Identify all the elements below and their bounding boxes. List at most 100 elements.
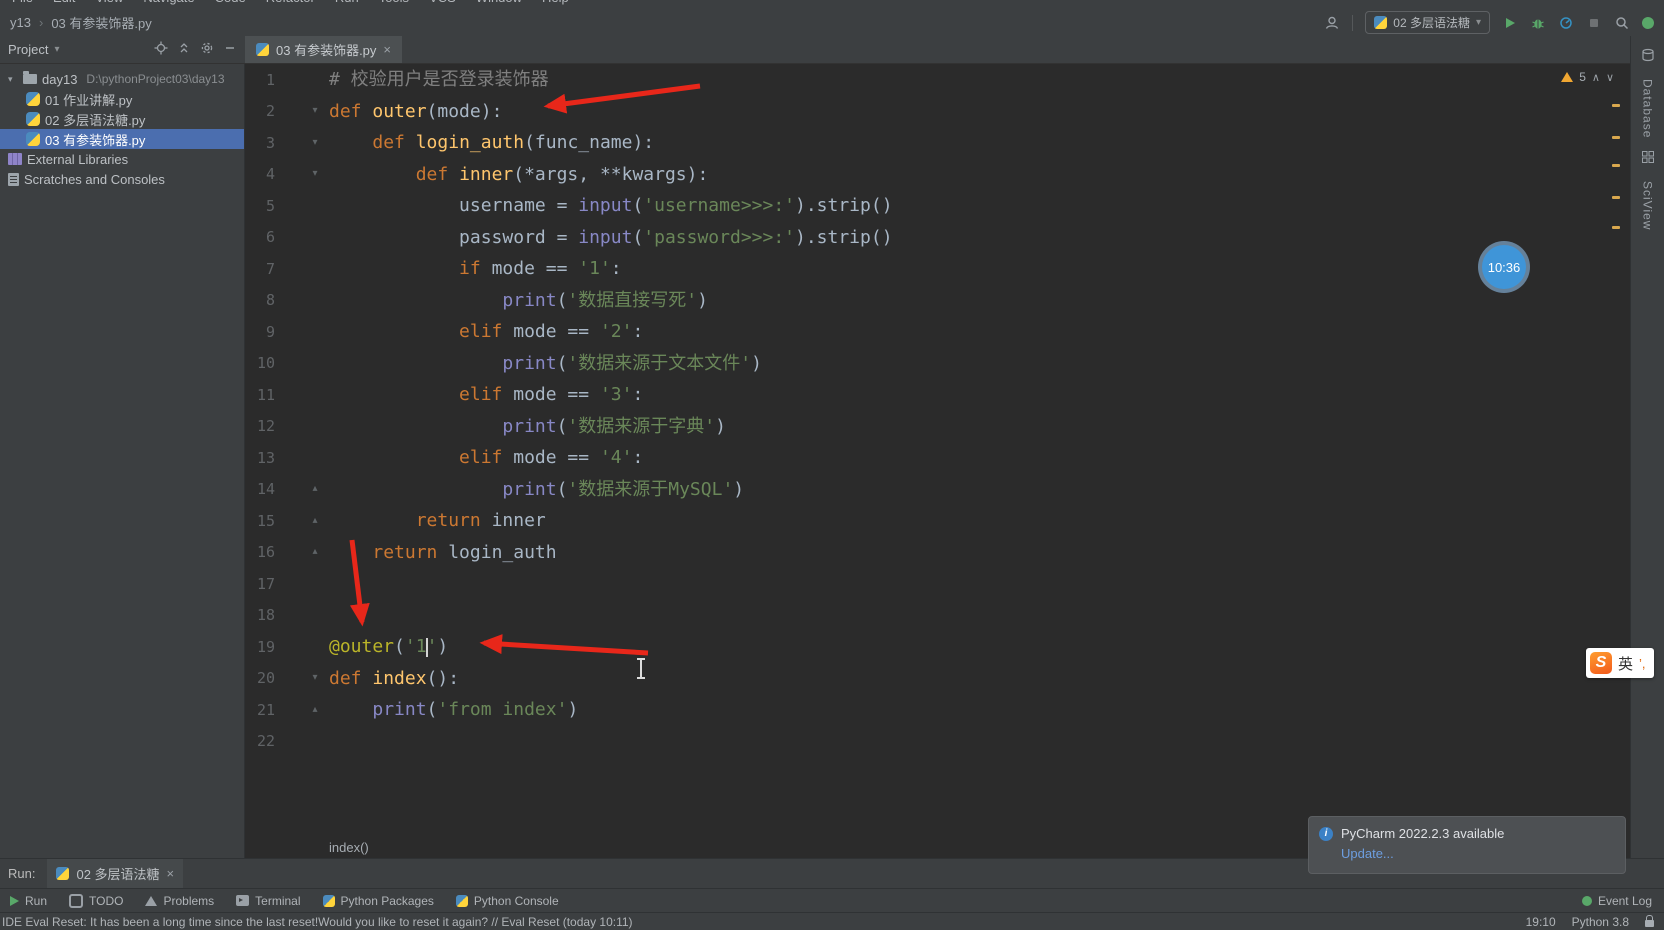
- code-line-12[interactable]: print('数据来源于字典'): [329, 411, 893, 443]
- collapse-all-icon[interactable]: [177, 41, 191, 58]
- fold-end-icon[interactable]: ▴: [307, 515, 323, 526]
- code-line-20[interactable]: def index():: [329, 663, 893, 695]
- tree-item[interactable]: External Libraries: [0, 149, 244, 169]
- fold-open-icon[interactable]: ▾: [307, 673, 323, 683]
- warning-stripe-mark[interactable]: [1612, 196, 1620, 199]
- code-line-7[interactable]: if mode == '1':: [329, 253, 893, 285]
- debug-bug-icon[interactable]: [1530, 15, 1546, 31]
- code-line-3[interactable]: def login_auth(func_name):: [329, 127, 893, 159]
- menu-run[interactable]: Run: [335, 0, 359, 5]
- code-line-18[interactable]: [329, 600, 893, 632]
- update-indicator-icon[interactable]: [1642, 16, 1654, 29]
- toolwindow-button-python-packages[interactable]: Python Packages: [322, 894, 434, 908]
- fold-end-icon[interactable]: ▴: [307, 704, 323, 715]
- code-line-14[interactable]: print('数据来源于MySQL'): [329, 474, 893, 506]
- menu-edit[interactable]: Edit: [53, 0, 75, 5]
- update-notification[interactable]: i PyCharm 2022.2.3 available Update...: [1308, 816, 1626, 874]
- menu-refactor[interactable]: Refactor: [266, 0, 315, 5]
- menu-help[interactable]: Help: [542, 0, 569, 5]
- tree-item[interactable]: ▾ day13 D:\pythonProject03\day13: [0, 69, 244, 89]
- code-line-5[interactable]: username = input('username>>>:').strip(): [329, 190, 893, 222]
- code-line-17[interactable]: [329, 568, 893, 600]
- code-line-4[interactable]: def inner(*args, **kwargs):: [329, 159, 893, 191]
- code-line-16[interactable]: return login_auth: [329, 537, 893, 569]
- run-tab[interactable]: 02 多层语法糖 ×: [47, 858, 184, 889]
- menu-vcs[interactable]: VCS: [429, 0, 456, 5]
- warning-stripe-mark[interactable]: [1612, 226, 1620, 229]
- warning-stripe-mark[interactable]: [1612, 164, 1620, 167]
- toolwindow-button-terminal[interactable]: Terminal: [236, 894, 301, 908]
- code-line-1[interactable]: # 校验用户是否登录装饰器: [329, 64, 893, 96]
- code-line-21[interactable]: print('from index'): [329, 694, 893, 726]
- lock-icon[interactable]: [1645, 915, 1654, 927]
- interpreter-selector[interactable]: Python 3.8: [1572, 915, 1629, 929]
- close-tab-icon[interactable]: ×: [383, 42, 391, 57]
- run-button[interactable]: [1502, 15, 1518, 31]
- code-line-9[interactable]: elif mode == '2':: [329, 316, 893, 348]
- ime-toolbar[interactable]: S 英 ’,: [1586, 648, 1654, 678]
- code-line-2[interactable]: def outer(mode):: [329, 96, 893, 128]
- project-tool-title[interactable]: Project: [8, 42, 48, 57]
- grid-icon[interactable]: [1641, 150, 1655, 169]
- chevron-down-icon[interactable]: ▾: [54, 44, 59, 55]
- warning-stripe-mark[interactable]: [1612, 136, 1620, 139]
- user-icon[interactable]: [1324, 15, 1340, 31]
- update-link[interactable]: Update...: [1341, 846, 1394, 861]
- toolwindow-button-event-log[interactable]: Event Log: [1581, 894, 1652, 908]
- error-stripe[interactable]: [1612, 64, 1622, 858]
- menu-window[interactable]: Window: [476, 0, 522, 5]
- fold-open-icon[interactable]: ▾: [307, 169, 323, 179]
- code-line-19[interactable]: @outer('1'): [329, 631, 893, 663]
- fold-end-icon[interactable]: ▴: [307, 547, 323, 557]
- code-line-10[interactable]: print('数据来源于文本文件'): [329, 348, 893, 380]
- sogou-logo-icon[interactable]: S: [1590, 652, 1612, 674]
- fold-end-icon[interactable]: ▴: [307, 484, 323, 494]
- menu-navigate[interactable]: Navigate: [143, 0, 194, 5]
- menu-view[interactable]: View: [95, 0, 123, 5]
- warning-stripe-mark[interactable]: [1612, 104, 1620, 107]
- next-problem-icon[interactable]: ∨: [1606, 71, 1614, 84]
- stop-button[interactable]: [1586, 15, 1602, 31]
- menu-tools[interactable]: Tools: [379, 0, 409, 5]
- inspections-widget[interactable]: 5 ∧ ∨: [1561, 70, 1614, 84]
- editor[interactable]: 1 2 ▾ 3 ▾ 4 ▾ 5 6 7 8 9 10 11 12 13 14 ▴ 15 ▴ 16 ▴ 17 18 19 20 ▾ 21…: [245, 64, 1630, 858]
- tree-item[interactable]: Scratches and Consoles: [0, 169, 244, 189]
- profiler-icon[interactable]: [1558, 15, 1574, 31]
- fold-open-icon[interactable]: ▾: [307, 106, 323, 116]
- database-icon[interactable]: [1641, 48, 1655, 67]
- code-line-13[interactable]: elif mode == '4':: [329, 442, 893, 474]
- breadcrumb-file[interactable]: 03 有参装饰器.py: [51, 13, 151, 32]
- breadcrumb-project[interactable]: y13: [10, 15, 31, 30]
- menu-bar[interactable]: File Edit View Navigate Code Refactor Run Tools…: [0, 0, 1664, 9]
- prev-problem-icon[interactable]: ∧: [1592, 71, 1600, 84]
- tool-strip-sciview[interactable]: SciView: [1641, 181, 1655, 230]
- chevron-down-icon[interactable]: ▾: [8, 74, 18, 85]
- toolwindow-button-problems[interactable]: Problems: [145, 894, 214, 908]
- ime-language-mode[interactable]: 英: [1618, 653, 1633, 674]
- menu-file[interactable]: File: [12, 0, 33, 5]
- code-line-11[interactable]: elif mode == '3':: [329, 379, 893, 411]
- code-line-22[interactable]: [329, 726, 893, 758]
- hide-panel-icon[interactable]: [223, 41, 237, 58]
- toolwindow-button-todo[interactable]: TODO: [69, 893, 123, 908]
- menu-code[interactable]: Code: [215, 0, 246, 5]
- tree-item[interactable]: 02 多层语法糖.py: [0, 109, 244, 129]
- tree-item[interactable]: 03 有参装饰器.py: [0, 129, 244, 149]
- locate-file-icon[interactable]: [154, 41, 168, 58]
- status-message[interactable]: IDE Eval Reset: It has been a long time …: [2, 915, 633, 929]
- code-line-6[interactable]: password = input('password>>>:').strip(): [329, 222, 893, 254]
- toolwindow-button-run[interactable]: Run: [10, 894, 47, 908]
- ime-punctuation-mode[interactable]: ’,: [1639, 656, 1646, 671]
- code-line-15[interactable]: return inner: [329, 505, 893, 537]
- fold-open-icon[interactable]: ▾: [307, 137, 323, 148]
- settings-gear-icon[interactable]: [200, 41, 214, 58]
- tree-item[interactable]: 01 作业讲解.py: [0, 89, 244, 109]
- code-line-8[interactable]: print('数据直接写死'): [329, 285, 893, 317]
- breadcrumb-context[interactable]: index(): [329, 840, 369, 855]
- close-tab-icon[interactable]: ×: [167, 866, 175, 881]
- run-config-selector[interactable]: 02 多层语法糖 ▾: [1365, 11, 1490, 34]
- code-area[interactable]: # 校验用户是否登录装饰器 def outer(mode): def login_…: [329, 64, 893, 757]
- editor-tab[interactable]: 03 有参装饰器.py ×: [245, 35, 403, 63]
- toolwindow-button-python-console[interactable]: Python Console: [455, 894, 559, 908]
- search-icon[interactable]: [1614, 15, 1630, 31]
